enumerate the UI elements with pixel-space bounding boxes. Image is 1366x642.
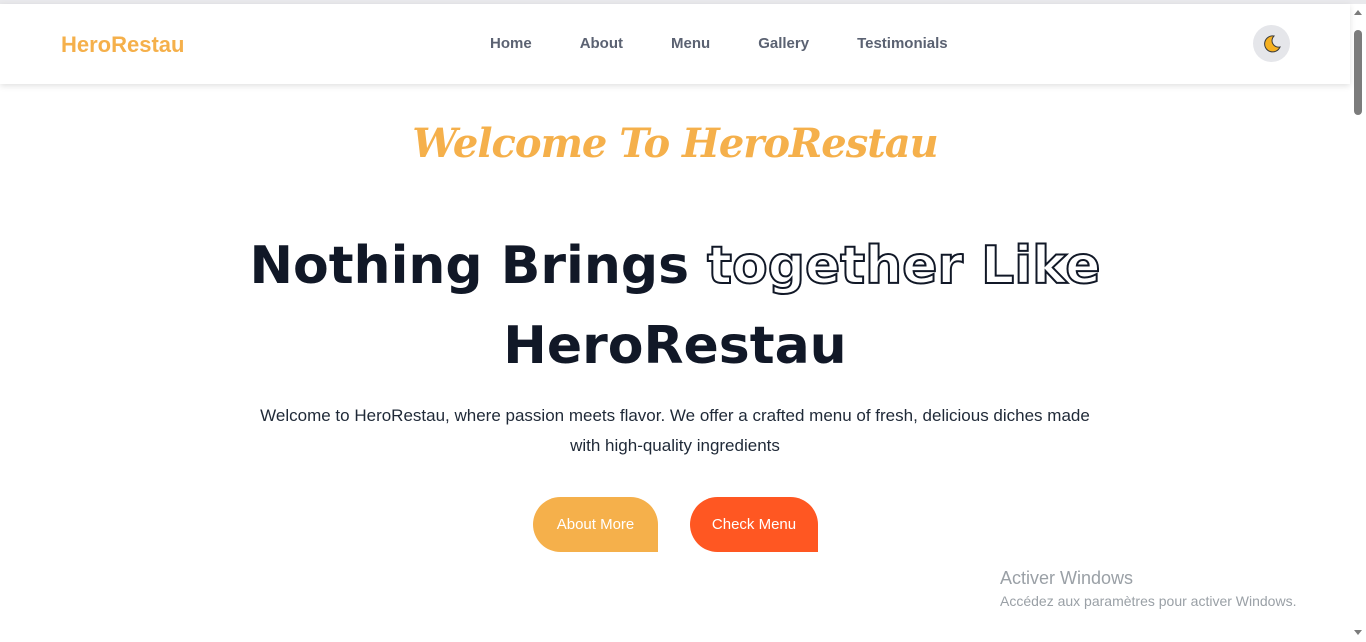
main-nav: Home About Menu Gallery Testimonials — [490, 35, 948, 52]
check-menu-button[interactable]: Check Menu — [690, 497, 818, 552]
welcome-script-title: Welcome To HeroRestau — [412, 120, 939, 167]
site-logo[interactable]: HeroRestau — [61, 32, 184, 58]
nav-about[interactable]: About — [580, 35, 623, 52]
theme-toggle-button[interactable] — [1253, 25, 1290, 62]
scroll-down-arrow-icon[interactable] — [1354, 630, 1362, 635]
hero-headline: Nothing Brings together Like HeroRestau — [200, 226, 1150, 386]
headline-part1: Nothing Brings — [249, 236, 690, 296]
nav-gallery[interactable]: Gallery — [758, 35, 809, 52]
headline-outline-text: together Like — [706, 235, 1101, 297]
watermark-subtitle: Accédez aux paramètres pour activer Wind… — [1000, 593, 1297, 609]
about-more-button[interactable]: About More — [533, 497, 658, 552]
scrollbar-thumb[interactable] — [1354, 30, 1362, 115]
nav-menu[interactable]: Menu — [671, 35, 710, 52]
nav-testimonials[interactable]: Testimonials — [857, 35, 948, 52]
nav-home[interactable]: Home — [490, 35, 532, 52]
scroll-up-arrow-icon[interactable] — [1354, 10, 1362, 15]
moon-icon — [1263, 34, 1281, 52]
headline-part2: HeroRestau — [503, 316, 847, 376]
hero-description: Welcome to HeroRestau, where passion mee… — [260, 406, 1090, 455]
site-header: HeroRestau Home About Menu Gallery Testi… — [0, 4, 1350, 84]
windows-activation-watermark: Activer Windows Accédez aux paramètres p… — [1000, 568, 1296, 609]
watermark-title: Activer Windows — [1000, 568, 1134, 588]
